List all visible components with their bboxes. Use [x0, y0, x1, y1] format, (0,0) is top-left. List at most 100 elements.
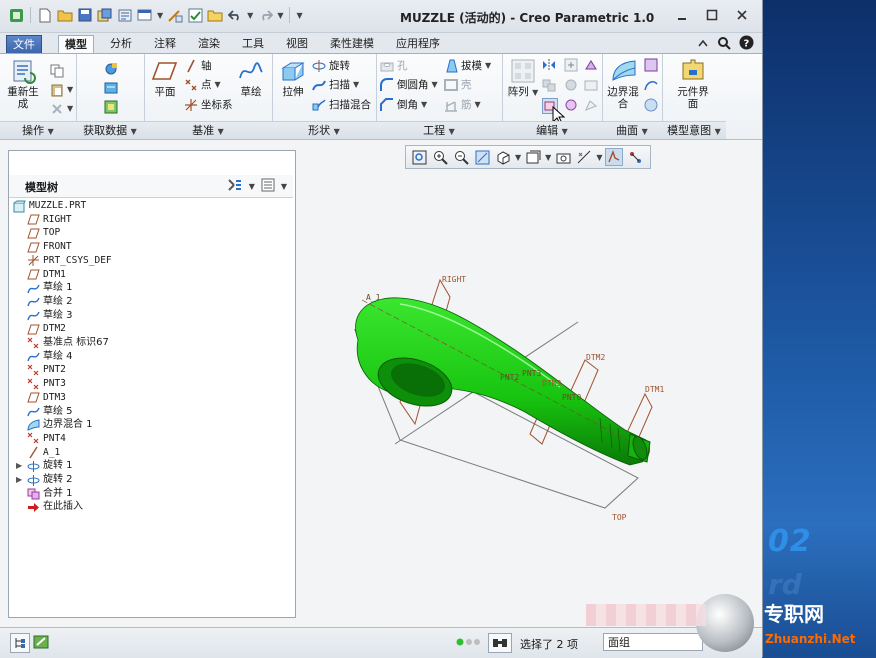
offset-icon[interactable] — [584, 78, 598, 95]
sketch-button[interactable]: 草绘 — [232, 58, 270, 98]
tree-item[interactable]: 旋转 2 — [27, 473, 73, 487]
folder-icon[interactable] — [207, 7, 223, 23]
tab-tools[interactable]: 工具 — [236, 35, 270, 52]
tab-flexible-modeling[interactable]: 柔性建模 — [324, 35, 380, 52]
tree-item[interactable]: 在此插入 — [27, 500, 83, 514]
tree-item[interactable]: PNT3 — [27, 377, 66, 391]
group-label-model-intent[interactable]: 模型意图 ▼ — [662, 121, 726, 139]
chamfer-button[interactable]: 倒角 ▼ — [380, 96, 427, 114]
selection-filter[interactable]: 面组 — [603, 633, 703, 651]
fill-surface-icon[interactable] — [644, 58, 658, 75]
delete-dropdown-icon[interactable]: ▼ — [67, 100, 73, 118]
shell-button[interactable]: 壳 — [444, 76, 472, 94]
tree-show-dropdown-icon[interactable]: ▼ — [281, 182, 287, 191]
saved-views-icon[interactable] — [524, 148, 542, 166]
tree-item[interactable]: DTM2 — [27, 322, 66, 336]
extend-icon[interactable] — [564, 58, 578, 75]
copy-geometry-button[interactable] — [104, 60, 118, 78]
tree-item[interactable]: 边界混合 1 — [27, 418, 93, 432]
delete-button[interactable]: ▼ — [50, 100, 73, 118]
open-folder-icon[interactable] — [57, 7, 73, 23]
tab-model[interactable]: 模型 — [58, 35, 94, 54]
datum-axis-button[interactable]: 轴 — [184, 57, 212, 75]
perspective-icon[interactable] — [575, 148, 593, 166]
trim-icon[interactable] — [564, 78, 578, 95]
find-icon[interactable] — [488, 633, 512, 653]
group-label-engineering[interactable]: 工程 ▼ — [376, 121, 502, 139]
toggle-navigator-icon[interactable] — [10, 633, 30, 653]
draft-button[interactable]: 拔模 ▼ — [444, 57, 491, 75]
datum-point-button[interactable]: 点 ▼ — [184, 76, 221, 94]
app-logo-icon[interactable] — [8, 7, 24, 23]
group-label-shapes[interactable]: 形状 ▼ — [272, 121, 376, 139]
regenerate-qat-icon[interactable] — [117, 7, 133, 23]
round-button[interactable]: 倒圆角 ▼ — [380, 76, 438, 94]
redo-dropdown-icon[interactable]: ▼ — [277, 11, 283, 20]
tab-render[interactable]: 渲染 — [192, 35, 226, 52]
shrinkwrap-button[interactable] — [104, 98, 118, 116]
minimize-icon[interactable] — [674, 8, 690, 22]
merge-icon[interactable] — [542, 78, 556, 95]
datum-display-dropdown-icon[interactable]: ▼ — [596, 153, 602, 162]
tree-item[interactable]: RIGHT — [27, 213, 72, 227]
tree-settings-icon[interactable] — [227, 178, 243, 195]
browser-toggle-icon[interactable] — [32, 633, 50, 651]
paste-dropdown-icon[interactable]: ▼ — [67, 81, 73, 99]
help-icon[interactable]: ? — [739, 35, 754, 53]
refit-icon[interactable] — [410, 148, 428, 166]
tree-item[interactable]: MUZZLE.PRT — [13, 199, 86, 213]
swept-blend-button[interactable]: 扫描混合 — [312, 96, 371, 114]
tree-item[interactable]: FRONT — [27, 240, 72, 254]
display-style-icon[interactable] — [494, 148, 512, 166]
boundary-blend-button[interactable]: 边界混合 — [604, 58, 642, 110]
accept-icon[interactable] — [187, 7, 203, 23]
tab-annotate[interactable]: 注释 — [148, 35, 182, 52]
group-label-datum[interactable]: 基准 ▼ — [144, 121, 272, 139]
spin-center-icon[interactable] — [605, 148, 624, 166]
new-file-icon[interactable] — [37, 7, 53, 23]
close-icon[interactable] — [734, 8, 750, 22]
tab-applications[interactable]: 应用程序 — [390, 35, 446, 52]
tab-view[interactable]: 视图 — [280, 35, 314, 52]
tree-item[interactable]: PRT_CSYS_DEF — [27, 254, 112, 268]
copy-button[interactable] — [50, 62, 64, 80]
group-label-operations[interactable]: 操作 ▼ — [0, 121, 76, 139]
save-copy-icon[interactable] — [97, 7, 113, 23]
group-label-get-data[interactable]: 获取数据 ▼ — [76, 121, 144, 139]
annotation-display-icon[interactable] — [626, 148, 644, 166]
tree-item[interactable]: PNT4 — [27, 432, 66, 446]
component-interface-button[interactable]: 元件界面 — [674, 58, 712, 110]
tree-item[interactable]: DTM3 — [27, 391, 66, 405]
tree-expand-icon[interactable]: ▶ — [16, 475, 22, 484]
saved-views-dropdown-icon[interactable]: ▼ — [545, 153, 551, 162]
csys-button[interactable]: 坐标系 — [184, 96, 233, 114]
customize-qat-icon[interactable]: ▼ — [296, 11, 302, 20]
tree-item[interactable]: 草绘 1 — [27, 281, 73, 295]
tree-item[interactable]: PNT2 — [27, 363, 66, 377]
display-style-dropdown-icon[interactable]: ▼ — [515, 153, 521, 162]
group-label-surfaces[interactable]: 曲面 ▼ — [602, 121, 662, 139]
tree-settings-dropdown-icon[interactable]: ▼ — [249, 182, 255, 191]
tree-item[interactable]: A_1 — [27, 446, 60, 460]
redo-icon[interactable] — [257, 7, 273, 23]
tree-item[interactable]: TOP — [27, 226, 60, 240]
datum-plane-button[interactable]: 平面 — [146, 58, 184, 98]
sweep-button[interactable]: 扫描 ▼ — [312, 76, 359, 94]
tree-item[interactable]: 草绘 4 — [27, 350, 73, 364]
tab-file[interactable]: 文件 — [6, 35, 42, 53]
style-icon[interactable] — [644, 78, 658, 95]
paste-button[interactable]: ▼ — [50, 81, 73, 99]
tree-item[interactable]: 草绘 2 — [27, 295, 73, 309]
extrude-button[interactable]: 拉伸 — [274, 58, 312, 98]
zoom-in-icon[interactable] — [431, 148, 449, 166]
graphics-viewport[interactable]: RIGHT TOP DTM1 DTM2 DTM3 A_1 PNT0 PNT2 P… — [300, 172, 756, 618]
save-icon[interactable] — [77, 7, 93, 23]
tab-analysis[interactable]: 分析 — [104, 35, 138, 52]
windows-icon[interactable] — [137, 7, 153, 23]
tree-expand-icon[interactable]: ▶ — [16, 461, 22, 470]
search-icon[interactable] — [717, 36, 731, 53]
zoom-out-icon[interactable] — [452, 148, 470, 166]
undo-icon[interactable] — [227, 7, 243, 23]
regenerate-button[interactable]: 重新生成 — [4, 58, 42, 110]
group-label-editing[interactable]: 编辑 ▼ — [502, 121, 602, 139]
